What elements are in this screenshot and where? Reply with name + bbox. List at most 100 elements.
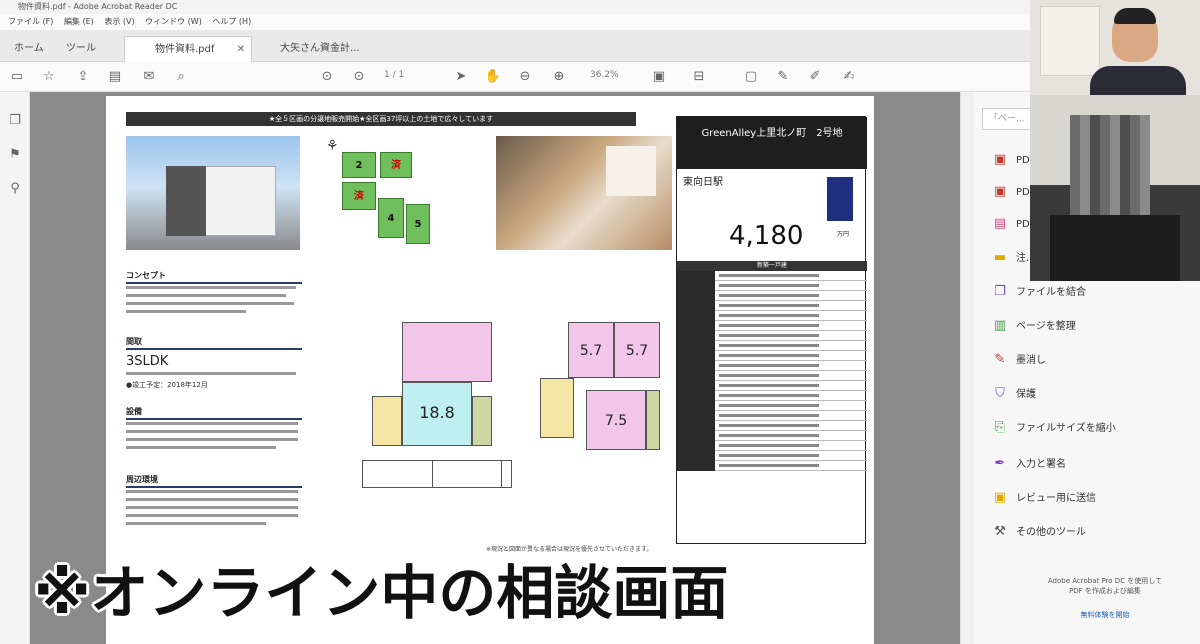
print-icon[interactable]: ▤ bbox=[106, 68, 124, 86]
doc-header-banner: ★全５区画の分譲地販売開始★全区画37坪以上の土地で広々しています bbox=[126, 112, 636, 126]
tool-fill-sign[interactable]: ✒ 入力と署名 bbox=[992, 454, 1066, 474]
send-review-icon: ▣ bbox=[993, 490, 1007, 505]
spec-table bbox=[677, 271, 867, 471]
section-equipment: 設備 bbox=[126, 406, 302, 420]
tool-pdf-export[interactable]: ▣ PDF bbox=[992, 182, 1036, 202]
combine-files-icon: ❐ bbox=[994, 284, 1006, 299]
floor-plan-2f: 5.7 5.7 7.5 bbox=[530, 316, 670, 496]
walk-time-badge bbox=[827, 177, 853, 221]
section-concept: コンセプト bbox=[126, 270, 302, 284]
next-page-icon[interactable]: ⊙ bbox=[350, 68, 368, 86]
panel-divider[interactable] bbox=[960, 92, 974, 644]
menu-edit[interactable]: 編集 (E) bbox=[64, 14, 94, 30]
tool-comment[interactable]: ▬ 注... bbox=[992, 248, 1036, 268]
price: 4,180 bbox=[729, 221, 804, 251]
attachment-icon[interactable]: ⚲ bbox=[6, 180, 24, 198]
tool-more[interactable]: ⚒ その他のツール bbox=[992, 522, 1086, 542]
zoom-in-icon[interactable]: ⊕ bbox=[550, 68, 568, 86]
property-type: 新築一戸建 bbox=[677, 261, 867, 271]
plot-4: 4 bbox=[378, 198, 404, 238]
zoom-level[interactable]: 36.2% bbox=[590, 70, 619, 80]
room-b: 5.7 bbox=[614, 322, 660, 378]
tool-organize[interactable]: ▥ ページを整理 bbox=[992, 316, 1076, 336]
menu-help[interactable]: ヘルプ (H) bbox=[212, 14, 251, 30]
toolbar: ▭ ☆ ⇪ ▤ ✉ ⌕ ⊙ ⊙ 1 / 1 ➤ ✋ ⊖ ⊕ 36.2% ▣ ⊟ … bbox=[0, 62, 1200, 92]
tool-compress[interactable]: ⎘ ファイルサイズを縮小 bbox=[992, 418, 1116, 438]
promo-link[interactable]: 無料体験を開始 bbox=[1020, 610, 1190, 620]
organize-pages-icon: ▥ bbox=[993, 318, 1007, 333]
tab-doc-label: 物件資料.pdf bbox=[155, 44, 215, 55]
close-icon[interactable]: ✕ bbox=[237, 37, 245, 63]
pen-icon[interactable]: ✎ bbox=[774, 68, 792, 86]
protect-icon: ⛉ bbox=[995, 386, 1005, 401]
left-nav-panel: ❐ ⚑ ⚲ bbox=[0, 92, 30, 644]
room-c: 7.5 bbox=[586, 390, 646, 450]
house-exterior-photo bbox=[126, 136, 300, 250]
export-pdf-icon: ▣ bbox=[993, 184, 1007, 199]
section-surroundings: 周辺環境 bbox=[126, 474, 302, 488]
fit-page-icon[interactable]: ▣ bbox=[650, 68, 668, 86]
tab-doc-active[interactable]: 物件資料.pdf ✕ bbox=[124, 36, 252, 62]
compress-icon: ⎘ bbox=[994, 420, 1006, 435]
page-indicator[interactable]: 1 / 1 bbox=[384, 70, 404, 80]
interior-photo bbox=[496, 136, 672, 250]
bookmark-icon[interactable]: ⚑ bbox=[6, 146, 24, 164]
comment-icon: ▬ bbox=[993, 250, 1007, 265]
sign-icon[interactable]: ✍ bbox=[840, 68, 858, 86]
zoom-out-icon[interactable]: ⊖ bbox=[516, 68, 534, 86]
section-layout: 間取 bbox=[126, 336, 302, 350]
highlight-icon[interactable]: ✐ bbox=[806, 68, 824, 86]
compass-icon: ⚘ bbox=[326, 138, 339, 154]
price-unit: 万円 bbox=[837, 231, 850, 238]
tab-doc2-label: 大矢さん資金計... bbox=[280, 43, 360, 54]
window-title: 物件資料.pdf - Adobe Acrobat Reader DC bbox=[18, 2, 178, 11]
completion-date: ●竣工予定：2018年12月 bbox=[126, 381, 208, 389]
tool-pdf-edit[interactable]: ▤ PDF bbox=[992, 214, 1036, 234]
tool-send-review[interactable]: ▣ レビュー用に送信 bbox=[992, 488, 1096, 508]
tool-redact[interactable]: ✎ 墨消し bbox=[992, 350, 1046, 370]
comment-icon[interactable]: ▢ bbox=[742, 68, 760, 86]
tool-combine[interactable]: ❐ ファイルを結合 bbox=[992, 282, 1086, 302]
pages-icon[interactable]: ❐ bbox=[6, 112, 24, 130]
tool-protect[interactable]: ⛉ 保護 bbox=[992, 384, 1036, 404]
edit-pdf-icon: ▤ bbox=[993, 216, 1007, 231]
save-icon[interactable]: ▭ bbox=[8, 68, 26, 86]
prev-page-icon[interactable]: ⊙ bbox=[318, 68, 336, 86]
webcam-feed-client bbox=[1030, 95, 1200, 281]
menu-window[interactable]: ウィンドウ (W) bbox=[145, 14, 202, 30]
scroll-mode-icon[interactable]: ⊟ bbox=[690, 68, 708, 86]
tab-doc-2[interactable]: 大矢さん資金計... bbox=[270, 36, 398, 62]
more-tools-icon: ⚒ bbox=[994, 524, 1006, 539]
tab-home[interactable]: ホーム bbox=[4, 36, 54, 62]
search-icon[interactable]: ⌕ bbox=[172, 68, 190, 86]
menu-file[interactable]: ファイル (F) bbox=[8, 14, 53, 30]
tab-bar: ホーム ツール 物件資料.pdf ✕ 大矢さん資金計... bbox=[0, 30, 1200, 62]
mail-icon[interactable]: ✉ bbox=[140, 68, 158, 86]
plot-sold-1: 済 bbox=[380, 152, 412, 178]
plot-sold-2: 済 bbox=[342, 182, 376, 210]
layout-value: 3SLDK bbox=[126, 354, 169, 369]
caption-overlay: ※オンライン中の相談画面 bbox=[34, 559, 729, 627]
nearest-station: 東向日駅 bbox=[683, 177, 723, 188]
menu-bar: ファイル (F) 編集 (E) 表示 (V) ウィンドウ (W) ヘルプ (H) bbox=[0, 14, 1200, 30]
redact-icon: ✎ bbox=[994, 352, 1006, 367]
promo-text: Adobe Acrobat Pro DC を使用して PDF を作成および編集 bbox=[1047, 577, 1163, 595]
window-title-bar: 物件資料.pdf - Adobe Acrobat Reader DC bbox=[0, 0, 1200, 14]
menu-view[interactable]: 表示 (V) bbox=[104, 14, 134, 30]
site-plot-map: ⚘ 2 済 済 4 5 bbox=[320, 132, 470, 252]
upload-icon[interactable]: ⇪ bbox=[74, 68, 92, 86]
property-info-box: GreenAlley上里北ノ町 2号地 東向日駅 4,180 万円 新築一戸建 bbox=[676, 116, 867, 544]
property-title: GreenAlley上里北ノ町 2号地 bbox=[677, 117, 867, 169]
fill-sign-icon: ✒ bbox=[994, 456, 1006, 471]
hand-icon[interactable]: ✋ bbox=[484, 68, 502, 86]
plot-5: 5 bbox=[406, 204, 430, 244]
tab-tools[interactable]: ツール bbox=[56, 36, 106, 62]
tool-pdf-create[interactable]: ▣ PDF bbox=[992, 150, 1036, 170]
room-a: 5.7 bbox=[568, 322, 614, 378]
webcam-feed-host bbox=[1030, 0, 1200, 95]
plot-2: 2 bbox=[342, 152, 376, 178]
room-ldk: 18.8 bbox=[402, 382, 472, 446]
star-icon[interactable]: ☆ bbox=[40, 68, 58, 86]
pdf-icon: ▣ bbox=[993, 152, 1007, 167]
pointer-icon[interactable]: ➤ bbox=[452, 68, 470, 86]
